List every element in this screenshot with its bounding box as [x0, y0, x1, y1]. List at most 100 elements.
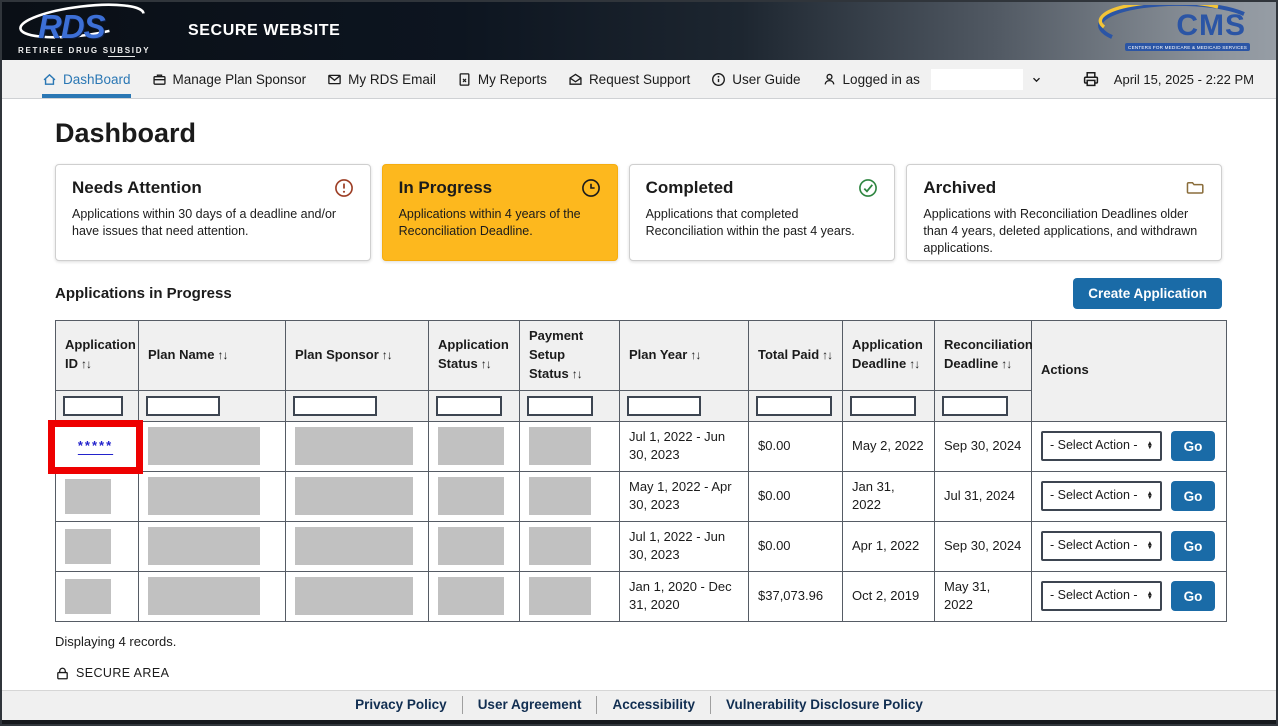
sort-icon[interactable]: ↑↓ — [1001, 357, 1011, 371]
total-paid-cell: $0.00 — [749, 521, 843, 571]
total-paid-cell: $0.00 — [749, 421, 843, 471]
card-title: Archived — [923, 178, 996, 198]
sort-icon[interactable]: ↑↓ — [822, 348, 832, 362]
sort-icon[interactable]: ↑↓ — [909, 357, 919, 371]
page-title: Dashboard — [55, 118, 1222, 149]
column-header-plan-year[interactable]: Plan Year↑↓ — [620, 321, 749, 391]
nav-item-logged-in-as[interactable]: Logged in as — [822, 60, 1044, 98]
sort-icon[interactable]: ↑↓ — [217, 348, 227, 362]
column-header-payment-setup-status[interactable]: Payment Setup Status↑↓ — [520, 321, 620, 391]
redacted-payment-setup-status — [529, 577, 591, 615]
filter-input-reconciliation-deadline[interactable] — [942, 396, 1008, 416]
application-deadline-cell: Oct 2, 2019 — [843, 571, 935, 621]
column-header-application-deadline[interactable]: Application Deadline↑↓ — [843, 321, 935, 391]
column-header-application-id[interactable]: Application ID↑↓ — [56, 321, 139, 391]
window-bottom-edge — [2, 720, 1276, 724]
main-nav: DashBoard Manage Plan Sponsor My RDS Ema… — [2, 60, 1276, 99]
footer-link-vulnerability-disclosure-policy[interactable]: Vulnerability Disclosure Policy — [726, 697, 923, 712]
rds-logo-text: RDS — [38, 10, 154, 43]
nav-item-my-reports[interactable]: My Reports — [457, 60, 547, 98]
sort-icon[interactable]: ↑↓ — [481, 357, 491, 371]
clock-icon — [581, 178, 601, 198]
sort-icon[interactable]: ↑↓ — [690, 348, 700, 362]
sort-icon[interactable]: ↑↓ — [572, 367, 582, 381]
go-button[interactable]: Go — [1171, 581, 1215, 611]
card-completed[interactable]: Completed Applications that completed Re… — [629, 164, 896, 261]
card-archived[interactable]: Archived Applications with Reconciliatio… — [906, 164, 1222, 261]
secure-area-label: SECURE AREA — [76, 666, 169, 680]
table-row: Jan 1, 2020 - Dec 31, 2020 $37,073.96 Oc… — [56, 571, 1227, 621]
redacted-application-status — [438, 427, 504, 465]
reconciliation-deadline-cell: Sep 30, 2024 — [935, 521, 1032, 571]
card-title: Needs Attention — [72, 178, 202, 198]
secure-area-indicator: SECURE AREA — [55, 666, 1222, 681]
highlight-box: ***** — [48, 420, 143, 474]
column-header-total-paid[interactable]: Total Paid↑↓ — [749, 321, 843, 391]
card-description: Applications that completed Reconciliati… — [646, 206, 879, 240]
column-header-application-status[interactable]: Application Status↑↓ — [429, 321, 520, 391]
column-header-plan-name[interactable]: Plan Name↑↓ — [139, 321, 286, 391]
nav-item-user-guide[interactable]: User Guide — [711, 60, 800, 98]
filter-input-plan-name[interactable] — [146, 396, 220, 416]
column-header-reconciliation-deadline[interactable]: Reconciliation Deadline↑↓ — [935, 321, 1032, 391]
check-circle-icon — [858, 178, 878, 198]
filter-input-application-deadline[interactable] — [850, 396, 916, 416]
nav-item-dashboard[interactable]: DashBoard — [42, 60, 131, 98]
footer-link-user-agreement[interactable]: User Agreement — [478, 697, 582, 712]
filter-input-plan-sponsor[interactable] — [293, 396, 377, 416]
filter-input-application-id[interactable] — [63, 396, 123, 416]
filter-input-plan-year[interactable] — [627, 396, 701, 416]
envelope-icon — [327, 72, 342, 87]
footer-link-privacy-policy[interactable]: Privacy Policy — [355, 697, 447, 712]
action-select[interactable]: - Select Action - — [1041, 481, 1162, 511]
sort-icon[interactable]: ↑↓ — [382, 348, 392, 362]
cms-logo: CMS CENTERS FOR MEDICARE & MEDICAID SERV… — [1098, 5, 1250, 57]
redacted-application-id — [65, 529, 111, 564]
footer-link-accessibility[interactable]: Accessibility — [612, 697, 695, 712]
applications-in-progress-heading: Applications in Progress — [55, 285, 232, 302]
nav-item-request-support[interactable]: Request Support — [568, 60, 690, 98]
nav-label: User Guide — [732, 72, 800, 87]
home-icon — [42, 72, 57, 87]
select-arrows-icon — [1147, 592, 1153, 600]
cms-logo-text: CMS — [1176, 11, 1246, 41]
action-select[interactable]: - Select Action - — [1041, 581, 1162, 611]
action-select[interactable]: - Select Action - — [1041, 531, 1162, 561]
application-id-cell: ***** — [56, 421, 139, 471]
chevron-down-icon[interactable] — [1029, 72, 1044, 87]
report-file-icon — [457, 72, 472, 87]
nav-label: My RDS Email — [348, 72, 436, 87]
reconciliation-deadline-cell: May 31, 2022 — [935, 571, 1032, 621]
support-envelope-icon — [568, 72, 583, 87]
applications-table: Application ID↑↓ Plan Name↑↓ Plan Sponso… — [55, 320, 1227, 622]
go-button[interactable]: Go — [1171, 481, 1215, 511]
column-header-plan-sponsor[interactable]: Plan Sponsor↑↓ — [286, 321, 429, 391]
redacted-plan-name — [148, 527, 260, 565]
rds-tagline: RETIREE DRUG SUBSIDY — [18, 46, 154, 55]
print-icon[interactable] — [1081, 69, 1101, 89]
table-row: ***** Jul 1, 2022 - Jun 30, 2023 $0.00 M… — [56, 421, 1227, 471]
filter-input-application-status[interactable] — [436, 396, 502, 416]
status-cards: Needs Attention Applications within 30 d… — [55, 164, 1222, 261]
filter-input-total-paid[interactable] — [756, 396, 832, 416]
main-content: Dashboard Needs Attention Applications w… — [2, 99, 1276, 690]
action-select[interactable]: - Select Action - — [1041, 431, 1162, 461]
nav-item-manage-plan-sponsor[interactable]: Manage Plan Sponsor — [152, 60, 307, 98]
redacted-application-status — [438, 527, 504, 565]
nav-label: Logged in as — [843, 72, 920, 87]
sort-icon[interactable]: ↑↓ — [81, 357, 91, 371]
application-deadline-cell: Apr 1, 2022 — [843, 521, 935, 571]
card-description: Applications with Reconciliation Deadlin… — [923, 206, 1205, 257]
redacted-payment-setup-status — [529, 527, 591, 565]
go-button[interactable]: Go — [1171, 531, 1215, 561]
card-in-progress[interactable]: In Progress Applications within 4 years … — [382, 164, 618, 261]
nav-label: DashBoard — [63, 72, 131, 87]
go-button[interactable]: Go — [1171, 431, 1215, 461]
nav-item-my-rds-email[interactable]: My RDS Email — [327, 60, 436, 98]
create-application-button[interactable]: Create Application — [1073, 278, 1222, 309]
filter-input-payment-setup-status[interactable] — [527, 396, 593, 416]
application-id-link[interactable]: ***** — [78, 437, 113, 455]
logged-in-user-redacted — [931, 69, 1023, 90]
card-needs-attention[interactable]: Needs Attention Applications within 30 d… — [55, 164, 371, 261]
nav-label: My Reports — [478, 72, 547, 87]
